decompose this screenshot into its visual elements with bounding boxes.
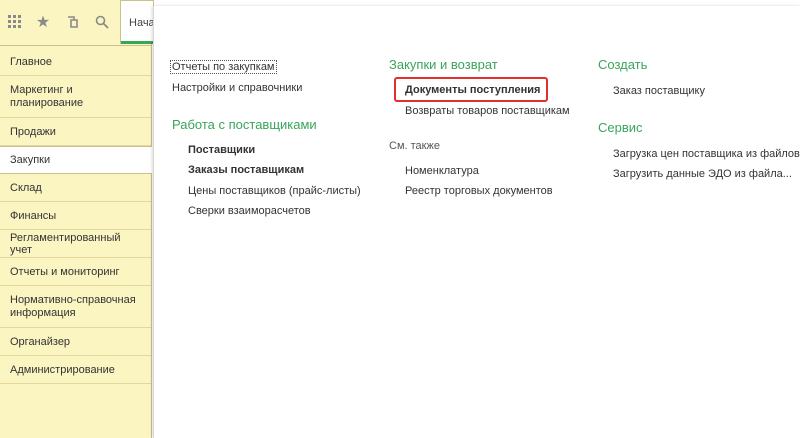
- sidebar-item-reference-info[interactable]: Нормативно-справочная информация: [0, 286, 151, 328]
- link-settings-references[interactable]: Настройки и справочники: [172, 82, 302, 94]
- sidebar-item-label: Регламентированный учет: [10, 231, 121, 256]
- sections-panel: ★ Главное Маркетинг и планирование Прода…: [0, 0, 152, 438]
- tab-start-page[interactable]: Нача: [120, 0, 154, 44]
- sidebar-item-label: Отчеты и мониторинг: [10, 265, 120, 278]
- history-icon[interactable]: [63, 12, 83, 32]
- sidebar-item-purchases[interactable]: Закупки: [0, 146, 152, 174]
- link-nomenclature[interactable]: Номенклатура: [405, 165, 479, 177]
- search-icon[interactable]: [92, 12, 112, 32]
- section-commands-panel: Отчеты по закупкам Настройки и справочни…: [153, 6, 800, 438]
- section-title-service: Сервис: [598, 120, 643, 135]
- section-title-purchases-returns: Закупки и возврат: [389, 57, 498, 72]
- sidebar-item-main[interactable]: Главное: [0, 48, 151, 76]
- link-load-edo-data[interactable]: Загрузить данные ЭДО из файла...: [613, 168, 792, 180]
- sidebar-item-administration[interactable]: Администрирование: [0, 356, 151, 384]
- link-supplier-prices[interactable]: Цены поставщиков (прайс-листы): [188, 185, 361, 197]
- apps-grid-icon[interactable]: [5, 12, 25, 32]
- link-create-supplier-order[interactable]: Заказ поставщику: [613, 85, 705, 97]
- link-reconciliations[interactable]: Сверки взаиморасчетов: [188, 205, 311, 217]
- sidebar-item-label: Органайзер: [10, 335, 71, 348]
- sidebar-item-sales[interactable]: Продажи: [0, 118, 151, 146]
- link-receipt-documents[interactable]: Документы поступления: [405, 84, 540, 96]
- section-title-suppliers: Работа с поставщиками: [172, 117, 317, 132]
- sidebar-item-finance[interactable]: Финансы: [0, 202, 151, 230]
- sidebar-item-label: Склад: [10, 181, 42, 194]
- link-suppliers[interactable]: Поставщики: [188, 144, 255, 156]
- sidebar-item-label: Маркетинг и планирование: [10, 83, 84, 109]
- link-supplier-returns[interactable]: Возвраты товаров поставщикам: [405, 105, 570, 117]
- sidebar-item-label: Финансы: [10, 209, 57, 222]
- link-trade-documents-registry[interactable]: Реестр торговых документов: [405, 185, 553, 197]
- sidebar-item-regulated-accounting[interactable]: Регламентированный учет: [0, 230, 151, 258]
- link-supplier-orders[interactable]: Заказы поставщикам: [188, 164, 304, 176]
- section-title-see-also: См. также: [389, 140, 440, 152]
- link-load-supplier-prices[interactable]: Загрузка цен поставщика из файлов: [613, 148, 800, 160]
- section-title-create: Создать: [598, 57, 648, 72]
- sidebar-item-label: Главное: [10, 55, 53, 68]
- link-purchase-reports[interactable]: Отчеты по закупкам: [170, 60, 277, 74]
- tab-active-indicator: [121, 41, 153, 44]
- sidebar-item-warehouse[interactable]: Склад: [0, 174, 151, 202]
- sidebar-item-label: Закупки: [10, 154, 51, 166]
- sidebar-item-label: Администрирование: [10, 363, 115, 376]
- star-icon[interactable]: ★: [33, 12, 53, 32]
- sidebar-item-marketing[interactable]: Маркетинг и планирование: [0, 76, 151, 118]
- sidebar-item-organizer[interactable]: Органайзер: [0, 328, 151, 356]
- tab-label: Нача: [129, 16, 154, 29]
- sidebar-item-label: Нормативно-справочная информация: [10, 293, 136, 319]
- sidebar-item-label: Продажи: [10, 125, 56, 138]
- sidebar-item-reports[interactable]: Отчеты и мониторинг: [0, 258, 151, 286]
